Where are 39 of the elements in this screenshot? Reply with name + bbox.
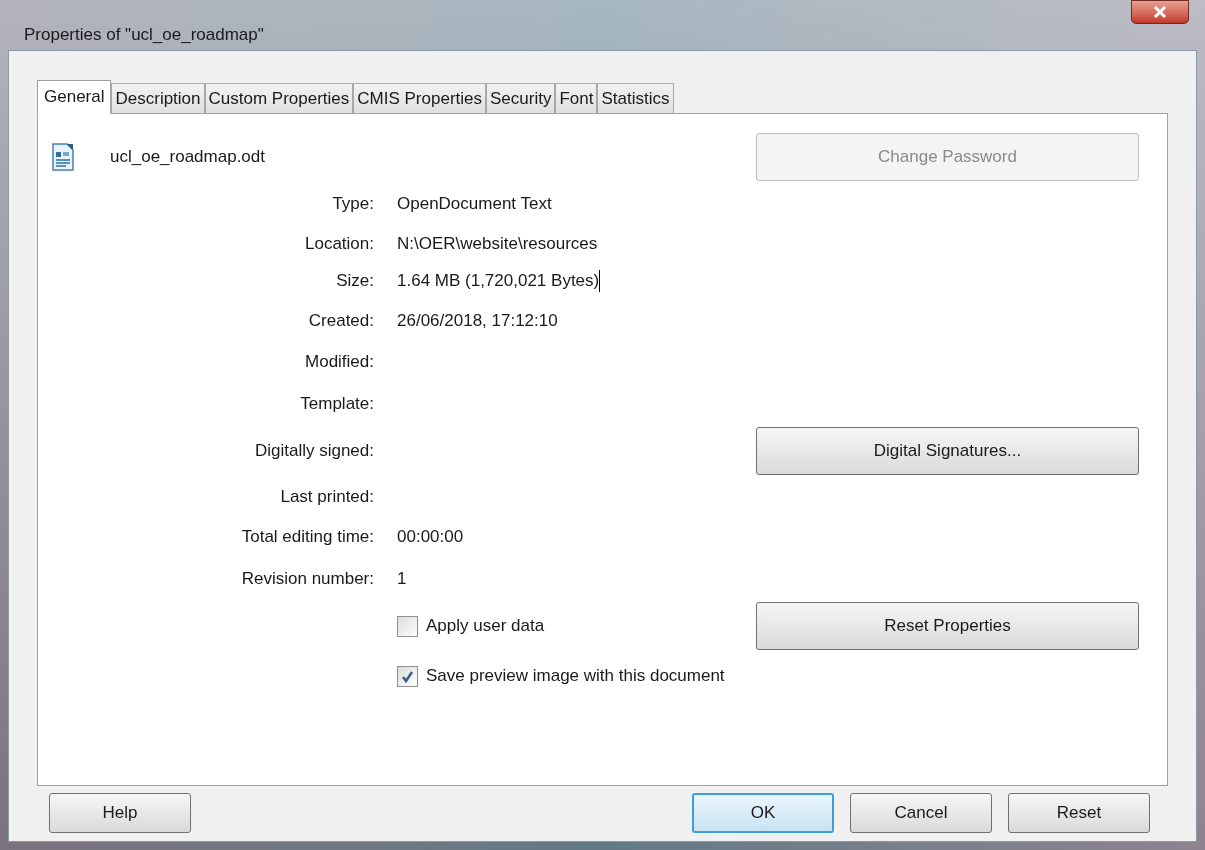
checkbox[interactable] <box>397 665 418 687</box>
field-value: 1 <box>396 567 407 590</box>
tab[interactable]: Statistics <box>597 83 674 113</box>
field-label: Template: <box>300 393 374 416</box>
window-title: Properties of "ucl_oe_roadmap" <box>24 24 264 46</box>
field-label: Digitally signed: <box>254 439 374 462</box>
field-label: Last printed: <box>280 485 374 508</box>
field-label: Location: <box>305 233 374 256</box>
dialog-button[interactable]: Help <box>49 793 191 833</box>
field-label: Size: <box>336 269 374 292</box>
field-label: Modified: <box>305 351 374 374</box>
tab[interactable]: Custom Properties <box>204 83 354 113</box>
field-label: Revision number: <box>241 567 374 590</box>
dialog-button[interactable]: Reset <box>1008 793 1150 833</box>
field-label: Total editing time: <box>241 526 374 549</box>
close-button[interactable] <box>1131 0 1189 24</box>
field-label: Type: <box>332 193 374 216</box>
file-name: ucl_oe_roadmap.odt <box>110 146 265 169</box>
tab[interactable]: Security <box>486 83 556 113</box>
tab[interactable]: General <box>37 80 112 114</box>
dialog-button[interactable]: OK <box>692 793 834 833</box>
checkbox-label: Save preview image with this document <box>426 665 725 688</box>
field-value: 00:00:00 <box>396 526 464 549</box>
field-value: 26/06/2018, 17:12:10 <box>396 310 558 333</box>
checkmark-icon <box>401 669 414 683</box>
field-value: 1.64 MB (1,720,021 Bytes) <box>396 269 600 292</box>
dialog-button[interactable]: Reset Properties <box>756 602 1139 650</box>
field-value: OpenDocument Text <box>396 193 552 216</box>
tab[interactable]: CMIS Properties <box>353 83 486 113</box>
document-icon <box>52 143 74 171</box>
tab[interactable]: Description <box>111 83 205 113</box>
dialog-button[interactable]: Digital Signatures... <box>756 426 1139 475</box>
checkbox-label: Apply user data <box>426 615 545 638</box>
close-icon <box>1153 6 1167 18</box>
tab[interactable]: Font <box>555 83 598 113</box>
field-label: Created: <box>308 310 374 333</box>
checkbox[interactable] <box>397 615 418 637</box>
field-value: N:\OER\website\resources <box>396 233 598 256</box>
dialog-button[interactable]: Cancel <box>850 793 992 833</box>
